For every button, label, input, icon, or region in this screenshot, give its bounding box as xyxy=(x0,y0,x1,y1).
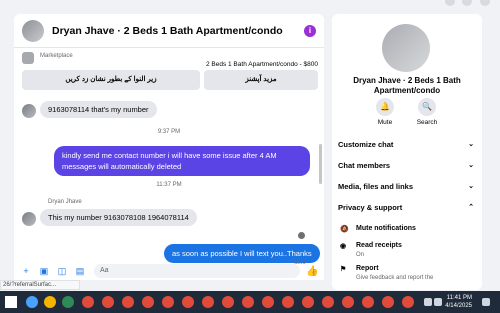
chrome-icon[interactable] xyxy=(162,296,174,308)
chevron-up-icon: ⌃ xyxy=(468,204,474,211)
chrome-icon[interactable] xyxy=(182,296,194,308)
report-item[interactable]: ⚑ Report Give feedback and report the xyxy=(340,265,474,281)
chrome-icon[interactable] xyxy=(222,296,234,308)
start-icon[interactable] xyxy=(5,296,17,308)
eye-icon: ◉ xyxy=(340,243,347,250)
chat-title[interactable]: Dryan Jhave · 2 Beds 1 Bath Apartment/co… xyxy=(52,25,283,37)
tray-icon[interactable] xyxy=(424,298,432,306)
mute-label: Mute xyxy=(377,119,393,126)
taskbar-app-icon[interactable] xyxy=(26,296,38,308)
info-panel: Dryan Jhave · 2 Beds 1 Bath Apartment/co… xyxy=(332,14,482,290)
gif-icon[interactable]: ▤ xyxy=(74,265,86,277)
seen-avatar xyxy=(298,232,305,239)
row-chat-members[interactable]: Chat members ⌄ xyxy=(338,161,476,170)
chrome-icon[interactable] xyxy=(44,296,56,308)
chevron-down-icon: ⌄ xyxy=(468,141,474,148)
composer: + ▣ ◫ ▤ Aa 👍 xyxy=(14,262,324,280)
chevron-down-icon: ⌄ xyxy=(468,162,474,169)
chrome-icon[interactable] xyxy=(362,296,374,308)
listing-title[interactable]: 2 Beds 1 Bath Apartment/condo - $800 xyxy=(206,61,318,68)
sticker-icon[interactable]: ◫ xyxy=(56,265,68,277)
chrome-icon[interactable] xyxy=(202,296,214,308)
chrome-icon[interactable] xyxy=(262,296,274,308)
chat-header: Dryan Jhave · 2 Beds 1 Bath Apartment/co… xyxy=(14,14,324,48)
item-label: Report xyxy=(356,265,379,272)
wifi-icon[interactable] xyxy=(434,298,442,306)
message-input[interactable]: Aa xyxy=(94,264,300,278)
top-icon[interactable] xyxy=(480,0,490,6)
read-receipts-item[interactable]: ◉ Read receipts On xyxy=(340,242,474,258)
incoming-message: 9163078114 that's my number xyxy=(40,101,157,118)
mute-button[interactable]: 🔔 Mute xyxy=(368,98,402,126)
chat-avatar[interactable] xyxy=(22,19,44,42)
row-label: Customize chat xyxy=(338,140,394,149)
chrome-icon[interactable] xyxy=(282,296,294,308)
search-label: Search xyxy=(416,119,438,126)
chrome-icon[interactable] xyxy=(342,296,354,308)
outgoing-message: kindly send me contact number i will hav… xyxy=(54,146,310,176)
chrome-icon[interactable] xyxy=(322,296,334,308)
row-privacy-support[interactable]: Privacy & support ⌃ xyxy=(338,203,476,212)
message-list: 9163078114 that's my number 9:37 PM kind… xyxy=(14,101,324,266)
chrome-icon[interactable] xyxy=(382,296,394,308)
incoming-message: This my number 9163078108 1964078114 xyxy=(40,209,197,226)
row-customize-chat[interactable]: Customize chat ⌄ xyxy=(338,140,476,149)
search-icon: 🔍 xyxy=(418,98,436,116)
info-title: Dryan Jhave · 2 Beds 1 Bath Apartment/co… xyxy=(353,76,461,95)
info-icon[interactable]: i xyxy=(304,25,316,37)
listing-thumbnail[interactable] xyxy=(22,52,34,64)
sender-name: Dryan Jhave xyxy=(48,199,82,205)
clock-time: 11:41 PM xyxy=(446,295,472,301)
chrome-icon[interactable] xyxy=(302,296,314,308)
mute-notifications-item[interactable]: 🔕 Mute notifications xyxy=(340,225,474,233)
clock-date: 4/14/2025 xyxy=(445,303,472,309)
mark-as-pending-button[interactable]: زیر النوا کے بطور نشان زد کریں xyxy=(22,70,200,90)
row-label: Chat members xyxy=(338,161,391,170)
bell-off-icon: 🔕 xyxy=(340,226,349,233)
sender-avatar[interactable] xyxy=(22,104,36,118)
timestamp: 9:37 PM xyxy=(157,129,181,135)
search-button[interactable]: 🔍 Search xyxy=(410,98,444,126)
item-label: Read receipts xyxy=(356,242,402,249)
sender-avatar[interactable] xyxy=(22,212,36,226)
taskbar-app-icon[interactable] xyxy=(62,296,74,308)
image-icon[interactable]: ▣ xyxy=(38,265,50,277)
item-hint: Give feedback and report the xyxy=(356,275,434,281)
top-icon[interactable] xyxy=(462,0,472,6)
plus-icon[interactable]: + xyxy=(20,265,32,277)
browser-top-strip xyxy=(0,0,500,12)
taskbar: 11:41 PM 4/14/2025 xyxy=(0,291,500,313)
scrollbar[interactable] xyxy=(319,144,322,184)
item-label: Mute notifications xyxy=(356,225,416,232)
row-label: Privacy & support xyxy=(338,203,403,212)
bell-icon: 🔔 xyxy=(376,98,394,116)
top-icon[interactable] xyxy=(445,0,455,6)
chrome-icon[interactable] xyxy=(142,296,154,308)
status-url: 26/?referralSurfac... xyxy=(0,280,80,290)
notification-icon[interactable] xyxy=(482,298,490,306)
chrome-icon[interactable] xyxy=(122,296,134,308)
conversation-avatar[interactable] xyxy=(382,24,430,72)
row-media-files-links[interactable]: Media, files and links ⌄ xyxy=(338,182,476,191)
chat-panel: Dryan Jhave · 2 Beds 1 Bath Apartment/co… xyxy=(14,14,324,280)
chrome-icon[interactable] xyxy=(102,296,114,308)
taskbar-clock[interactable]: 11:41 PM 4/14/2025 xyxy=(445,294,472,310)
item-hint: On xyxy=(356,252,365,258)
marketplace-card: Marketplace 2 Beds 1 Bath Apartment/cond… xyxy=(20,50,320,102)
like-icon[interactable]: 👍 xyxy=(306,266,318,277)
chrome-icon[interactable] xyxy=(82,296,94,308)
report-icon: ⚑ xyxy=(340,266,347,273)
marketplace-label: Marketplace xyxy=(40,53,73,59)
chevron-down-icon: ⌄ xyxy=(468,183,474,190)
chrome-icon[interactable] xyxy=(242,296,254,308)
chrome-icon[interactable] xyxy=(402,296,414,308)
timestamp: 11:37 PM xyxy=(156,182,182,188)
more-options-button[interactable]: مزید آپشنز xyxy=(204,70,318,90)
row-label: Media, files and links xyxy=(338,182,414,191)
